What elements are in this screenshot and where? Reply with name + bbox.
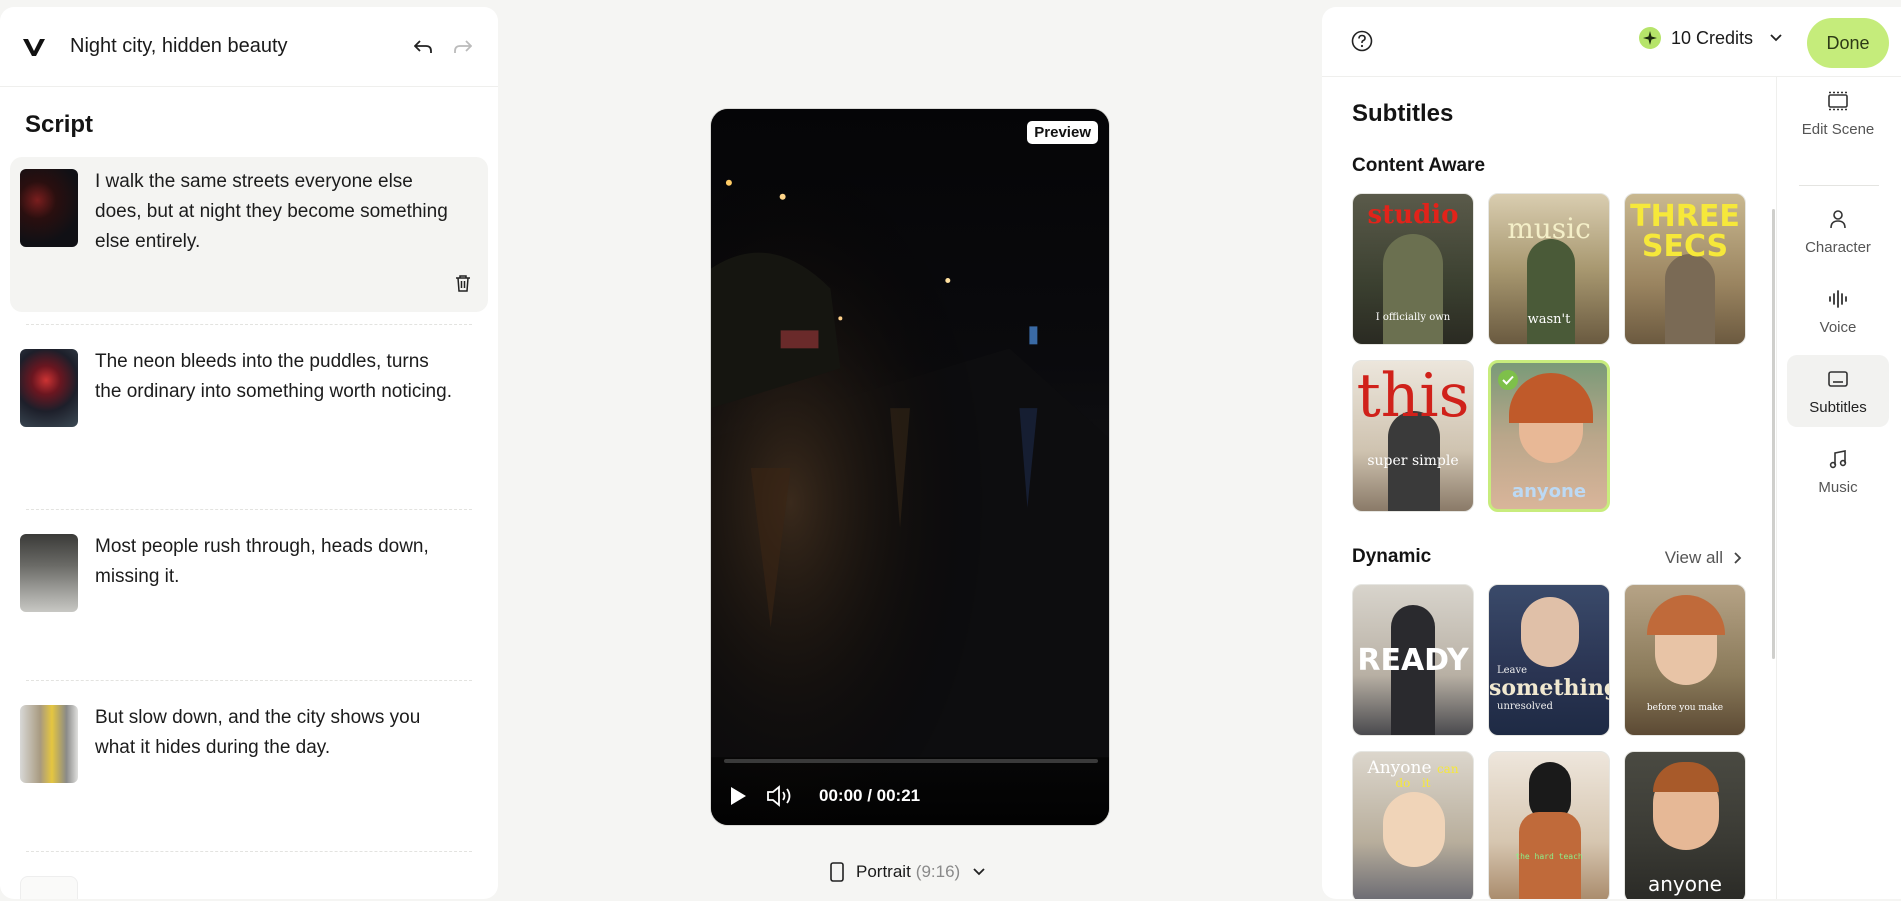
subtitle-style-card[interactable]: Anyone can do it bbox=[1352, 751, 1474, 899]
chevron-right-icon bbox=[1734, 552, 1742, 564]
redo-icon[interactable] bbox=[450, 34, 476, 60]
done-button[interactable]: Done bbox=[1807, 18, 1889, 68]
music-note-icon bbox=[1826, 447, 1850, 471]
subtitle-style-card[interactable]: studio I officially own bbox=[1352, 193, 1474, 345]
help-icon[interactable] bbox=[1351, 30, 1373, 52]
check-icon bbox=[1498, 370, 1518, 390]
rail-character[interactable]: Character bbox=[1787, 195, 1889, 267]
tool-rail: Edit Scene Character Voice Subtitles Mus… bbox=[1776, 77, 1901, 899]
scene-item[interactable]: Most people rush through, heads down, mi… bbox=[10, 522, 488, 677]
scene-icon bbox=[1826, 89, 1850, 113]
orientation-selector[interactable]: Portrait (9:16) bbox=[830, 862, 986, 882]
subtitles-title: Subtitles bbox=[1352, 100, 1454, 127]
top-bar: 10 Credits Done bbox=[1322, 7, 1901, 77]
sparkle-icon bbox=[1639, 27, 1661, 49]
play-icon[interactable] bbox=[723, 781, 753, 811]
scene-list: I walk the same streets everyone else do… bbox=[0, 157, 498, 899]
scene-thumbnail bbox=[20, 169, 78, 247]
credits-dropdown[interactable]: 10 Credits bbox=[1639, 27, 1783, 49]
subtitle-style-card[interactable]: the hard teach bbox=[1488, 751, 1610, 899]
subtitle-style-card[interactable]: this super simple bbox=[1352, 360, 1474, 512]
scene-text[interactable]: But slow down, and the city shows you wh… bbox=[95, 703, 455, 836]
timecode: 00:00 / 00:21 bbox=[819, 786, 921, 805]
credits-label: 10 Credits bbox=[1671, 27, 1754, 48]
chevron-down-icon bbox=[973, 868, 985, 876]
waveform-icon bbox=[1826, 287, 1850, 311]
settings-panel: 10 Credits Done Subtitles Content Aware … bbox=[1322, 7, 1901, 899]
scene-item[interactable]: The neon bleeds into the puddles, turns … bbox=[10, 337, 488, 507]
subtitle-style-card[interactable]: READY bbox=[1352, 584, 1474, 736]
preview-badge: Preview bbox=[1027, 121, 1098, 144]
rail-voice[interactable]: Voice bbox=[1787, 275, 1889, 347]
subtitle-style-card-selected[interactable]: anyone bbox=[1488, 360, 1610, 512]
add-scene-placeholder[interactable] bbox=[20, 876, 78, 899]
rail-label: Edit Scene bbox=[1801, 120, 1875, 138]
script-heading: Script bbox=[25, 111, 94, 138]
video-frame bbox=[711, 109, 1109, 825]
undo-icon[interactable] bbox=[410, 34, 436, 60]
orientation-label: Portrait bbox=[856, 862, 911, 881]
rail-music[interactable]: Music bbox=[1787, 435, 1889, 507]
view-all-label: View all bbox=[1664, 548, 1723, 567]
subtitle-style-card[interactable]: Leave something unresolved bbox=[1488, 584, 1610, 736]
subtitles-panel: Subtitles Content Aware studio I officia… bbox=[1322, 77, 1775, 899]
playback-progress[interactable] bbox=[724, 759, 1098, 763]
script-panel: Night city, hidden beauty Script I walk … bbox=[0, 7, 498, 899]
scene-text[interactable]: I walk the same streets everyone else do… bbox=[95, 167, 455, 300]
phone-icon bbox=[830, 862, 844, 882]
scene-thumbnail bbox=[20, 349, 78, 427]
scene-item[interactable]: I walk the same streets everyone else do… bbox=[10, 157, 488, 312]
rail-label: Character bbox=[1805, 238, 1871, 256]
volume-icon[interactable] bbox=[765, 781, 795, 811]
subtitles-icon bbox=[1826, 367, 1850, 391]
scrollbar[interactable] bbox=[1772, 209, 1775, 659]
subtitle-style-card[interactable]: music wasn't bbox=[1488, 193, 1610, 345]
content-aware-heading: Content Aware bbox=[1352, 155, 1486, 176]
view-all-link[interactable]: View all bbox=[1665, 548, 1743, 568]
scene-item[interactable]: But slow down, and the city shows you wh… bbox=[10, 693, 488, 848]
subtitle-style-card[interactable]: anyone bbox=[1624, 751, 1746, 899]
scene-text[interactable]: Most people rush through, heads down, mi… bbox=[95, 532, 455, 665]
playback-controls: 00:00 / 00:21 bbox=[723, 781, 920, 811]
rail-label: Voice bbox=[1819, 318, 1857, 336]
subtitle-style-card[interactable]: THREE SECS bbox=[1624, 193, 1746, 345]
person-icon bbox=[1826, 207, 1850, 231]
rail-label: Subtitles bbox=[1809, 398, 1867, 416]
scene-thumbnail bbox=[20, 534, 78, 612]
subtitle-style-card[interactable]: before you make bbox=[1624, 584, 1746, 736]
scene-text[interactable]: The neon bleeds into the puddles, turns … bbox=[95, 347, 455, 495]
trash-icon[interactable] bbox=[452, 272, 474, 294]
app-logo[interactable] bbox=[22, 34, 48, 60]
video-preview[interactable]: Preview 00:00 / 00:21 bbox=[710, 108, 1110, 826]
rail-subtitles[interactable]: Subtitles bbox=[1787, 355, 1889, 427]
scene-thumbnail bbox=[20, 705, 78, 783]
rail-edit-scene[interactable]: Edit Scene bbox=[1787, 77, 1889, 149]
chevron-down-icon bbox=[1770, 34, 1782, 42]
rail-label: Music bbox=[1818, 478, 1858, 496]
dynamic-heading: Dynamic bbox=[1352, 546, 1432, 567]
orientation-ratio: (9:16) bbox=[915, 862, 961, 881]
project-header: Night city, hidden beauty bbox=[0, 7, 498, 87]
project-title[interactable]: Night city, hidden beauty bbox=[70, 35, 396, 58]
